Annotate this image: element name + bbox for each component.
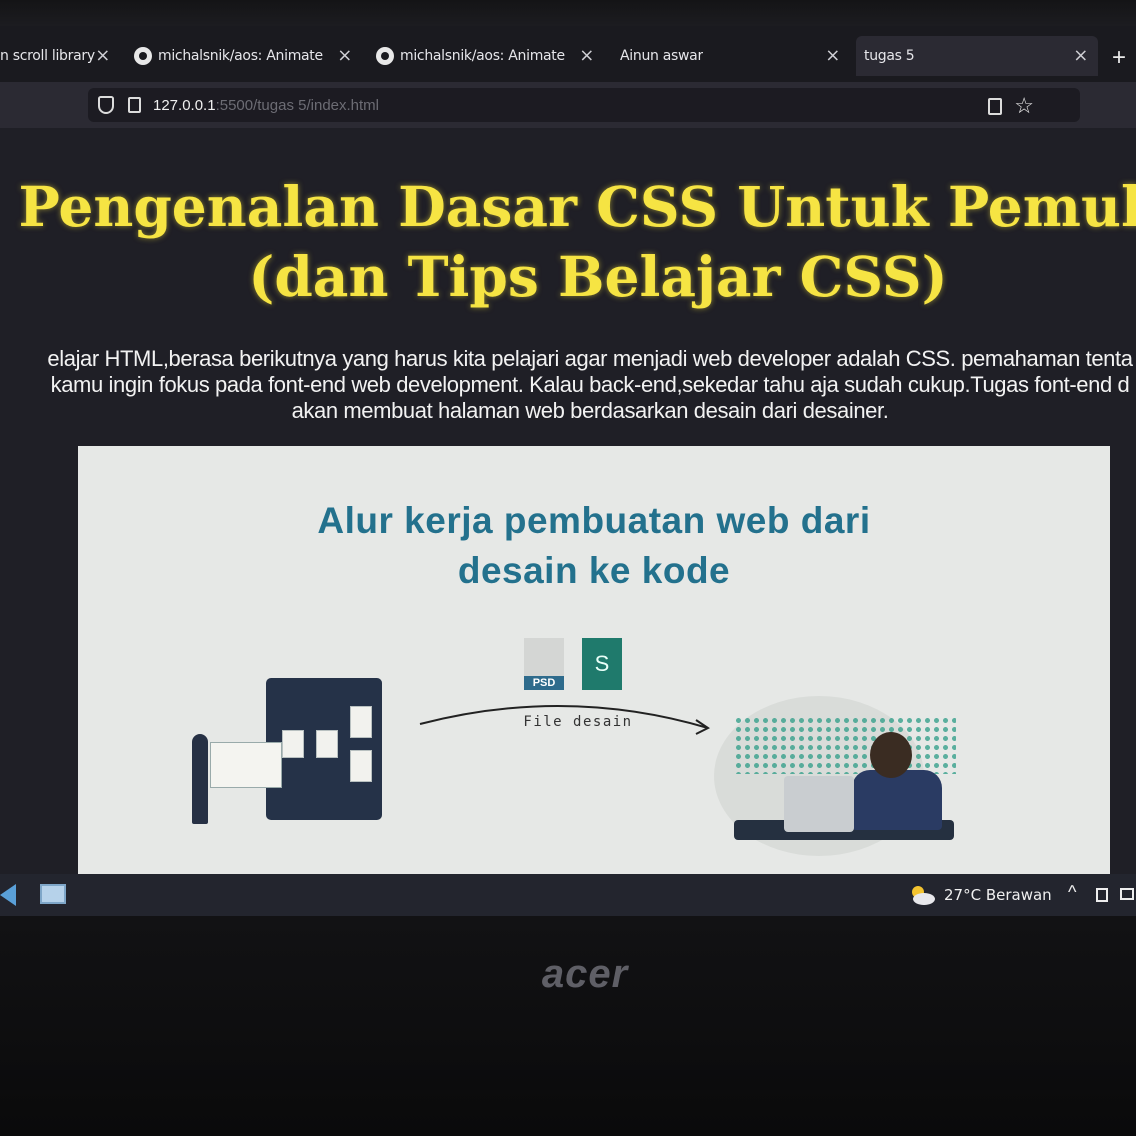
close-tab-icon[interactable]: × (579, 45, 594, 66)
new-tab-icon[interactable]: + (1112, 44, 1126, 72)
file-design-label: File desain (523, 714, 633, 730)
tab-strip: n scroll library × michalsnik/aos: Anima… (0, 26, 1136, 82)
start-icon[interactable] (0, 884, 16, 906)
navigation-bar: 127.0.0.1:5500/tugas 5/index.html ☆ (0, 82, 1136, 128)
page-info-icon[interactable] (128, 97, 141, 113)
taskbar: 27°C Berawan ^ (0, 874, 1136, 916)
developer-head (870, 732, 912, 778)
tab-ainun-aswar[interactable]: Ainun aswar × (620, 36, 850, 76)
tab-tugas-5[interactable]: tugas 5 × (856, 36, 1098, 76)
partly-cloudy-icon[interactable] (908, 884, 936, 906)
tab-label: Ainun aswar (620, 48, 703, 64)
tab-label: michalsnik/aos: Animate o (400, 48, 566, 64)
sketch-file-icon: S (582, 638, 622, 690)
tray-device-icon[interactable] (1096, 888, 1108, 902)
github-icon (134, 47, 152, 65)
tab-label: n scroll library (0, 48, 95, 64)
close-tab-icon[interactable]: × (95, 45, 110, 66)
tab-label: tugas 5 (864, 48, 915, 64)
url-path: :5500/tugas 5/index.html (215, 96, 380, 114)
tab-aos-2[interactable]: michalsnik/aos: Animate o × (376, 36, 604, 76)
developer-figure (852, 770, 942, 830)
workflow-illustration: Alur kerja pembuatan web dari desain ke … (78, 446, 1110, 874)
close-tab-icon[interactable]: × (825, 45, 840, 66)
designer-figure (192, 734, 208, 824)
weather-text[interactable]: 27°C Berawan (944, 886, 1052, 904)
monitor-bezel-top (0, 0, 1136, 26)
tab-label: michalsnik/aos: Animate o (158, 48, 324, 64)
address-bar[interactable]: 127.0.0.1:5500/tugas 5/index.html ☆ (88, 88, 1080, 122)
wireframe-board (210, 742, 282, 788)
tab-aos-1[interactable]: michalsnik/aos: Animate o × (134, 36, 362, 76)
laptop (784, 776, 854, 832)
tab-scroll-library[interactable]: n scroll library × (0, 36, 120, 76)
reader-view-icon[interactable] (988, 98, 1002, 115)
show-hidden-icons-chevron-icon[interactable]: ^ (1068, 882, 1076, 903)
tablet-mockup (266, 678, 382, 820)
close-tab-icon[interactable]: × (337, 45, 352, 66)
tray-display-icon[interactable] (1120, 888, 1134, 900)
github-icon (376, 47, 394, 65)
page-heading: Pengenalan Dasar CSS Untuk Pemula (dan T… (18, 174, 1136, 309)
code-pattern (734, 716, 956, 774)
monitor-bezel: acer (0, 916, 1136, 1136)
tracking-protection-shield-icon[interactable] (98, 96, 114, 114)
url-text[interactable]: 127.0.0.1:5500/tugas 5/index.html (153, 97, 379, 114)
close-tab-icon[interactable]: × (1073, 45, 1088, 66)
bookmark-star-icon[interactable]: ☆ (1014, 93, 1034, 119)
intro-paragraph: elajar HTML,berasa berikutnya yang harus… (47, 346, 1133, 423)
acer-logo: acer (541, 952, 629, 996)
url-host: 127.0.0.1 (153, 96, 216, 114)
web-page: Pengenalan Dasar CSS Untuk Pemula (dan T… (0, 128, 1136, 874)
taskbar-app-icon[interactable] (40, 884, 66, 904)
psd-label: PSD (524, 676, 564, 690)
screen: n scroll library × michalsnik/aos: Anima… (0, 26, 1136, 916)
illustration-heading: Alur kerja pembuatan web dari desain ke … (317, 500, 871, 591)
